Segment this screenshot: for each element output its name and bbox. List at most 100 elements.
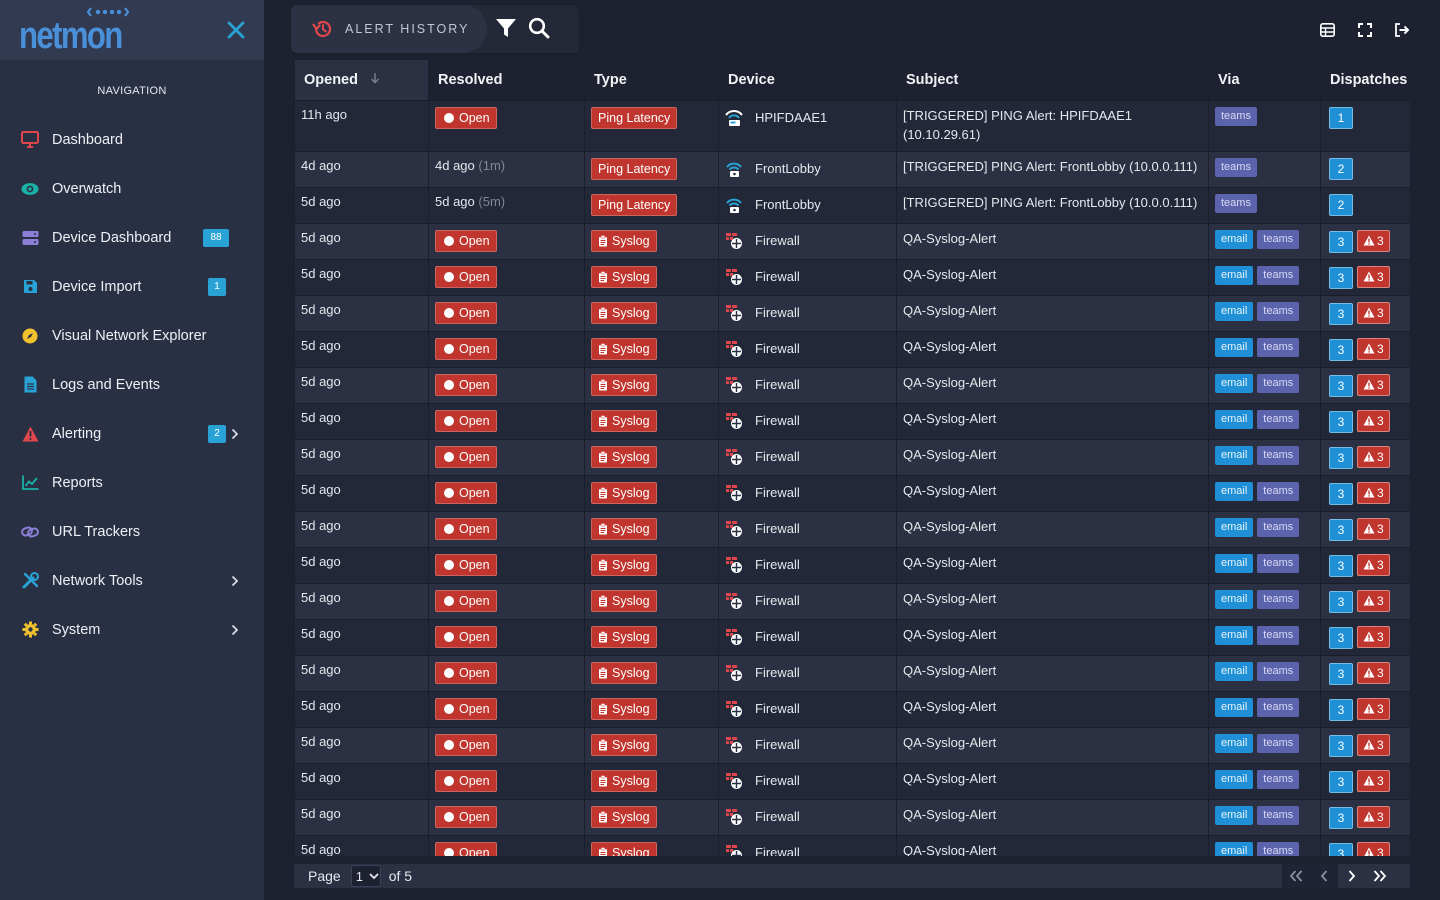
dispatch-count-badge[interactable]: 3 (1329, 555, 1353, 577)
dispatch-count-badge[interactable]: 3 (1329, 231, 1353, 253)
dispatch-failed-badge[interactable]: 3 (1357, 769, 1390, 792)
device-name[interactable]: Firewall (755, 737, 800, 752)
table-row[interactable]: 5d ago Open Syslog Firewall QA-Syslog-Alert e… (294, 546, 1410, 583)
device-name[interactable]: Firewall (755, 557, 800, 572)
close-sidebar-button[interactable] (223, 17, 249, 43)
sidebar-item-device-import[interactable]: Device Import 1 (0, 262, 264, 311)
device-name[interactable]: Firewall (755, 269, 800, 284)
column-header-dispatches[interactable]: Dispatches (1320, 60, 1410, 100)
next-page-button[interactable] (1338, 864, 1366, 888)
dispatch-count-badge[interactable]: 3 (1329, 843, 1353, 856)
dispatch-failed-badge[interactable]: 3 (1357, 265, 1390, 288)
dispatch-count-badge[interactable]: 3 (1329, 771, 1353, 793)
dispatch-failed-badge[interactable]: 3 (1357, 229, 1390, 252)
dispatch-failed-badge[interactable]: 3 (1357, 733, 1390, 756)
sidebar-item-dashboard[interactable]: Dashboard (0, 115, 264, 164)
dispatch-failed-badge[interactable]: 3 (1357, 589, 1390, 612)
table-row[interactable]: 5d ago Open Syslog Firewall QA-Syslog-Alert e… (294, 618, 1410, 655)
dispatch-failed-badge[interactable]: 3 (1357, 841, 1390, 856)
sidebar-item-logs-and-events[interactable]: Logs and Events (0, 360, 264, 409)
fullscreen-button[interactable] (1356, 21, 1373, 38)
dispatch-failed-badge[interactable]: 3 (1357, 553, 1390, 576)
table-row[interactable]: 5d ago Open Syslog Firewall QA-Syslog-Alert e… (294, 726, 1410, 763)
column-header-opened[interactable]: Opened (294, 60, 429, 100)
table-row[interactable]: 5d ago Open Syslog Firewall QA-Syslog-Alert e… (294, 222, 1410, 259)
dispatch-count-badge[interactable]: 2 (1329, 157, 1353, 180)
last-page-button[interactable] (1366, 864, 1394, 888)
dispatch-count-badge[interactable]: 3 (1329, 699, 1353, 721)
dispatch-count-badge[interactable]: 2 (1329, 193, 1353, 216)
device-name[interactable]: Firewall (755, 809, 800, 824)
table-row[interactable]: 5d ago 5d ago (5m) Ping Latency FrontLobby[… (294, 186, 1410, 223)
dispatch-count-badge[interactable]: 1 (1329, 106, 1353, 129)
dispatch-count-badge[interactable]: 3 (1329, 735, 1353, 757)
dispatch-count-badge[interactable]: 3 (1329, 591, 1353, 613)
table-row[interactable]: 5d ago Open Syslog Firewall QA-Syslog-Alert e… (294, 402, 1410, 439)
sidebar-item-device-dashboard[interactable]: Device Dashboard 88 (0, 213, 264, 262)
device-name[interactable]: Firewall (755, 521, 800, 536)
device-name[interactable]: Firewall (755, 773, 800, 788)
search-button[interactable] (528, 17, 552, 41)
dispatch-failed-badge[interactable]: 3 (1357, 481, 1390, 504)
device-name[interactable]: Firewall (755, 233, 800, 248)
device-name[interactable]: Firewall (755, 413, 800, 428)
dispatch-failed-badge[interactable]: 3 (1357, 697, 1390, 720)
table-row[interactable]: 5d ago Open Syslog Firewall QA-Syslog-Alert e… (294, 366, 1410, 403)
dispatch-count-badge[interactable]: 3 (1329, 267, 1353, 289)
dispatch-failed-badge[interactable]: 3 (1357, 373, 1390, 396)
dispatch-count-badge[interactable]: 3 (1329, 627, 1353, 649)
dispatch-failed-badge[interactable]: 3 (1357, 805, 1390, 828)
device-name[interactable]: Firewall (755, 593, 800, 608)
column-header-subject[interactable]: Subject (896, 60, 1209, 100)
device-name[interactable]: Firewall (755, 701, 800, 716)
device-name[interactable]: HPIFDAAE1 (755, 110, 827, 125)
device-name[interactable]: Firewall (755, 341, 800, 356)
dispatch-count-badge[interactable]: 3 (1329, 447, 1353, 469)
dispatch-failed-badge[interactable]: 3 (1357, 337, 1390, 360)
table-row[interactable]: 5d ago Open Syslog Firewall QA-Syslog-Alert e… (294, 762, 1410, 799)
device-name[interactable]: Firewall (755, 845, 800, 856)
sidebar-item-visual-network-explorer[interactable]: Visual Network Explorer (0, 311, 264, 360)
table-row[interactable]: 11h ago Open Ping Latency HPIFDAAE1 [TRIGGER… (294, 99, 1410, 151)
table-row[interactable]: 5d ago Open Syslog Firewall QA-Syslog-Alert e… (294, 438, 1410, 475)
device-name[interactable]: Firewall (755, 485, 800, 500)
column-header-resolved[interactable]: Resolved (428, 60, 585, 100)
device-name[interactable]: Firewall (755, 305, 800, 320)
dispatch-failed-badge[interactable]: 3 (1357, 625, 1390, 648)
first-page-button[interactable] (1282, 864, 1310, 888)
column-header-device[interactable]: Device (718, 60, 897, 100)
table-row[interactable]: 5d ago Open Syslog Firewall QA-Syslog-Alert e… (294, 654, 1410, 691)
table-row[interactable]: 5d ago Open Syslog Firewall QA-Syslog-Alert e… (294, 258, 1410, 295)
device-name[interactable]: Firewall (755, 377, 800, 392)
sidebar-item-system[interactable]: System (0, 605, 264, 654)
dispatch-count-badge[interactable]: 3 (1329, 303, 1353, 325)
dispatch-failed-badge[interactable]: 3 (1357, 661, 1390, 684)
device-name[interactable]: FrontLobby (755, 161, 821, 176)
table-row[interactable]: 5d ago Open Syslog Firewall QA-Syslog-Alert e… (294, 834, 1410, 856)
dispatch-count-badge[interactable]: 3 (1329, 339, 1353, 361)
table-row[interactable]: 4d ago 4d ago (1m) Ping Latency FrontLobby[… (294, 150, 1410, 187)
sidebar-item-reports[interactable]: Reports (0, 458, 264, 507)
dispatch-count-badge[interactable]: 3 (1329, 663, 1353, 685)
table-row[interactable]: 5d ago Open Syslog Firewall QA-Syslog-Alert e… (294, 330, 1410, 367)
device-name[interactable]: Firewall (755, 665, 800, 680)
logout-button[interactable] (1393, 21, 1410, 38)
dispatch-count-badge[interactable]: 3 (1329, 375, 1353, 397)
sidebar-item-alerting[interactable]: Alerting 2 (0, 409, 264, 458)
dispatch-failed-badge[interactable]: 3 (1357, 409, 1390, 432)
table-row[interactable]: 5d ago Open Syslog Firewall QA-Syslog-Alert e… (294, 510, 1410, 547)
netmon-logo[interactable]: netmon (19, 7, 131, 56)
table-row[interactable]: 5d ago Open Syslog Firewall QA-Syslog-Alert e… (294, 582, 1410, 619)
table-row[interactable]: 5d ago Open Syslog Firewall QA-Syslog-Alert e… (294, 474, 1410, 511)
dispatch-failed-badge[interactable]: 3 (1357, 301, 1390, 324)
dispatch-count-badge[interactable]: 3 (1329, 807, 1353, 829)
table-row[interactable]: 5d ago Open Syslog Firewall QA-Syslog-Alert e… (294, 294, 1410, 331)
dispatch-count-badge[interactable]: 3 (1329, 519, 1353, 541)
sidebar-item-overwatch[interactable]: Overwatch (0, 164, 264, 213)
prev-page-button[interactable] (1310, 864, 1338, 888)
dispatch-count-badge[interactable]: 3 (1329, 411, 1353, 433)
device-name[interactable]: Firewall (755, 629, 800, 644)
dispatch-failed-badge[interactable]: 3 (1357, 445, 1390, 468)
table-row[interactable]: 5d ago Open Syslog Firewall QA-Syslog-Alert e… (294, 798, 1410, 835)
column-header-via[interactable]: Via (1208, 60, 1321, 100)
